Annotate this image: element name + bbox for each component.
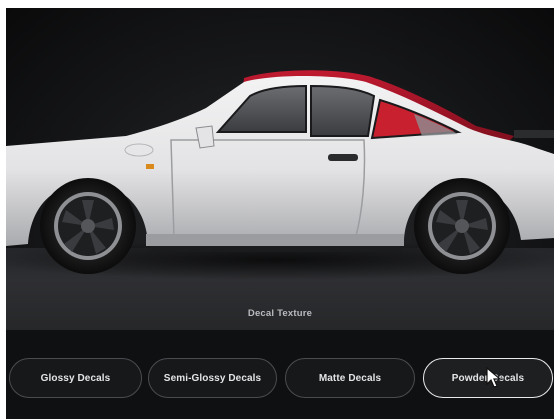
- option-powder-decals[interactable]: Powder Decals: [423, 358, 553, 398]
- decal-option-row: Glossy Decals Semi-Glossy Decals Matte D…: [9, 358, 554, 400]
- front-wheel: [40, 178, 136, 274]
- side-sill: [146, 234, 404, 246]
- rear-spoiler: [514, 130, 554, 138]
- car-model: [6, 70, 554, 280]
- side-marker: [146, 164, 154, 169]
- door-window: [310, 84, 376, 137]
- option-matte-decals[interactable]: Matte Decals: [285, 358, 415, 398]
- app-frame: Decal Texture Glossy Decals Semi-Glossy …: [6, 8, 554, 419]
- sill-trim: [151, 246, 401, 252]
- decal-options-panel: Glossy Decals Semi-Glossy Decals Matte D…: [6, 330, 554, 419]
- option-semi-glossy-decals[interactable]: Semi-Glossy Decals: [148, 358, 277, 398]
- decal-texture-label: Decal Texture: [247, 308, 313, 319]
- car-preview-viewport[interactable]: Decal Texture: [6, 8, 554, 330]
- door-handle: [328, 154, 358, 161]
- rear-wheel: [414, 178, 510, 274]
- option-glossy-decals[interactable]: Glossy Decals: [9, 358, 142, 398]
